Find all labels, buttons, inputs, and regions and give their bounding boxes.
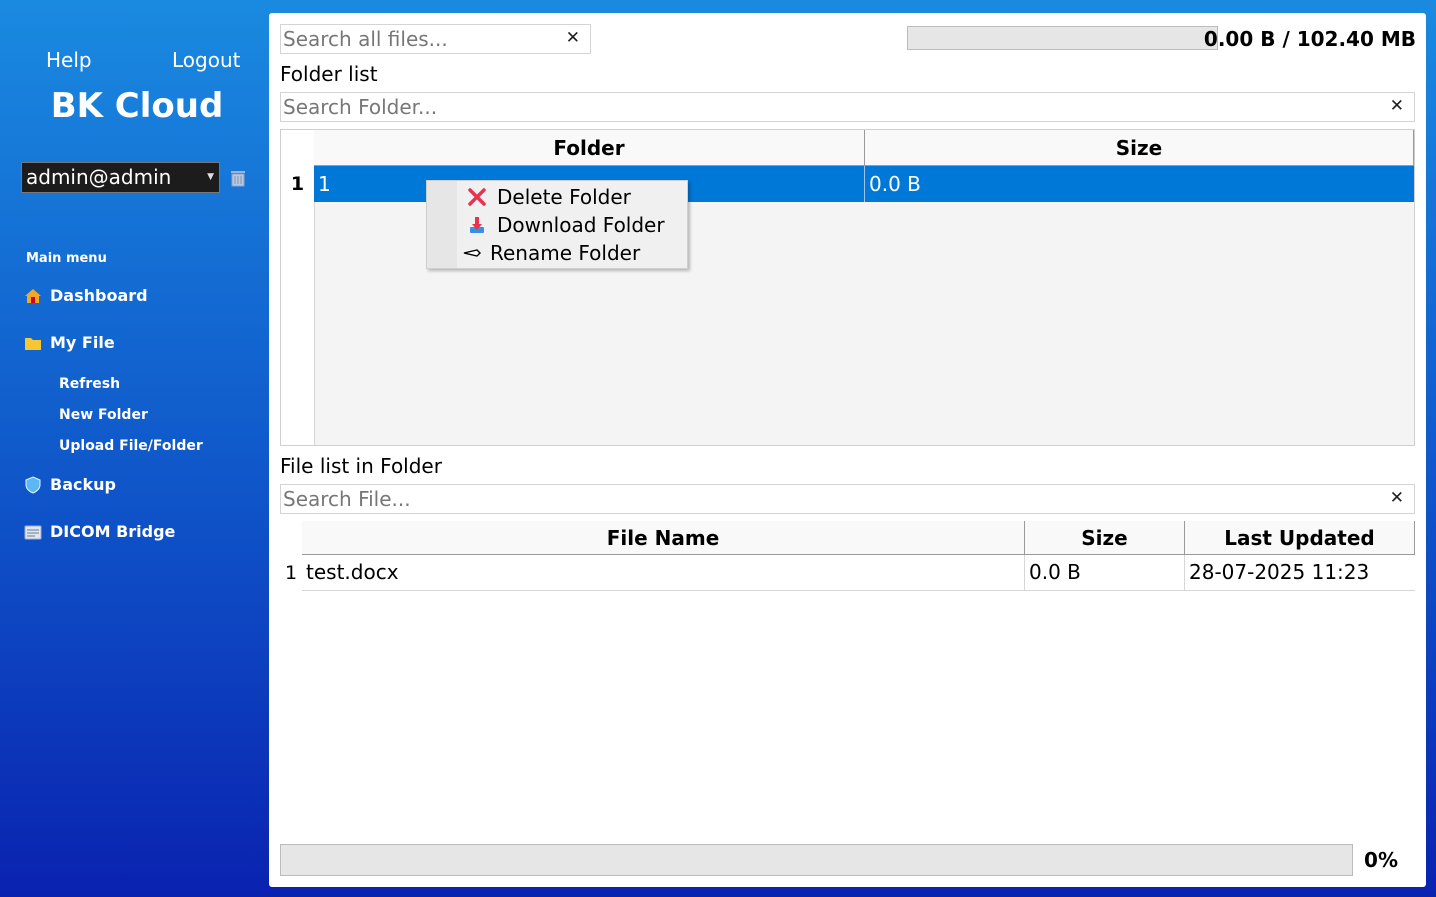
upload-progress-label: 0% [1364, 848, 1398, 872]
file-size-column-header[interactable]: Size [1025, 521, 1185, 555]
menu-item-label: Delete Folder [497, 185, 631, 209]
file-name-cell: test.docx [302, 555, 1025, 590]
shield-icon [25, 475, 41, 494]
sidebar-item-my-file[interactable]: My File [24, 333, 115, 352]
row-number[interactable]: 1 [281, 166, 314, 202]
sidebar-item-dashboard[interactable]: Dashboard [24, 286, 148, 305]
menu-item-label: Rename Folder [490, 241, 641, 265]
main-panel: ✕ 0.00 B / 102.40 MB Folder list ✕ Folde… [269, 13, 1426, 887]
sidebar-item-label: DICOM Bridge [50, 522, 176, 541]
logout-link[interactable]: Logout [172, 48, 240, 72]
rename-folder-item[interactable]: Rename Folder [462, 241, 640, 265]
sidebar-item-new-folder[interactable]: New Folder [59, 407, 148, 423]
clear-icon[interactable]: ✕ [1390, 96, 1404, 116]
file-table: File Name Size Last Updated 1 test.docx … [280, 521, 1415, 593]
folder-size-cell: 0.0 B [869, 172, 921, 196]
file-list-label: File list in Folder [280, 454, 442, 478]
search-file-input[interactable] [281, 485, 1380, 513]
search-folder-input[interactable] [281, 93, 1380, 121]
delete-folder-item[interactable]: Delete Folder [467, 185, 631, 209]
download-folder-item[interactable]: Download Folder [467, 213, 665, 237]
size-column-header[interactable]: Size [865, 130, 1414, 166]
storage-usage-bar [907, 26, 1218, 50]
close-icon [468, 188, 486, 206]
search-file: ✕ [280, 484, 1415, 514]
search-all-files: ✕ [280, 24, 591, 54]
user-select[interactable]: admin@admin ▼ [21, 162, 220, 193]
clear-icon[interactable]: ✕ [1390, 488, 1404, 508]
table-row[interactable]: test.docx 0.0 B 28-07-2025 11:23 [302, 555, 1415, 591]
sidebar-item-dicom-bridge[interactable]: DICOM Bridge [24, 522, 175, 541]
context-menu-gutter [427, 181, 457, 268]
menu-item-label: Download Folder [497, 213, 665, 237]
sidebar-item-label: Backup [50, 475, 116, 494]
sidebar-item-refresh[interactable]: Refresh [59, 376, 120, 392]
folder-table: Folder Size 1 1 0.0 B [280, 129, 1415, 446]
row-number[interactable]: 1 [280, 555, 302, 591]
search-all-input[interactable] [281, 25, 556, 53]
file-name-column-header[interactable]: File Name [302, 521, 1025, 555]
pencil-icon [463, 249, 481, 257]
sidebar: Help Logout BK Cloud admin@admin ▼ Main … [0, 0, 269, 897]
home-icon [25, 288, 41, 303]
storage-usage-text: 0.00 B / 102.40 MB [1203, 27, 1416, 51]
last-updated-cell: 28-07-2025 11:23 [1189, 560, 1370, 584]
trash-icon[interactable] [229, 169, 247, 187]
download-icon [470, 217, 484, 233]
help-link[interactable]: Help [46, 48, 92, 72]
folder-list-label: Folder list [280, 62, 378, 86]
server-icon [24, 525, 42, 539]
folder-column-header[interactable]: Folder [314, 130, 865, 166]
clear-icon[interactable]: ✕ [566, 28, 580, 48]
chevron-down-icon: ▼ [207, 172, 214, 182]
upload-progress-bar [280, 844, 1353, 876]
sidebar-item-label: Dashboard [50, 286, 148, 305]
folder-icon [25, 337, 41, 350]
main-menu-heading: Main menu [26, 251, 107, 266]
last-updated-column-header[interactable]: Last Updated [1185, 521, 1415, 555]
user-select-value: admin@admin [26, 165, 172, 189]
folder-context-menu: Delete Folder Download Folder Rename Fol… [426, 180, 688, 269]
sidebar-item-upload[interactable]: Upload File/Folder [59, 438, 203, 454]
app-title: BK Cloud [50, 86, 224, 126]
sidebar-item-backup[interactable]: Backup [24, 475, 116, 494]
sidebar-item-label: My File [50, 333, 115, 352]
search-folder: ✕ [280, 92, 1415, 122]
file-size-cell: 0.0 B [1025, 555, 1185, 590]
